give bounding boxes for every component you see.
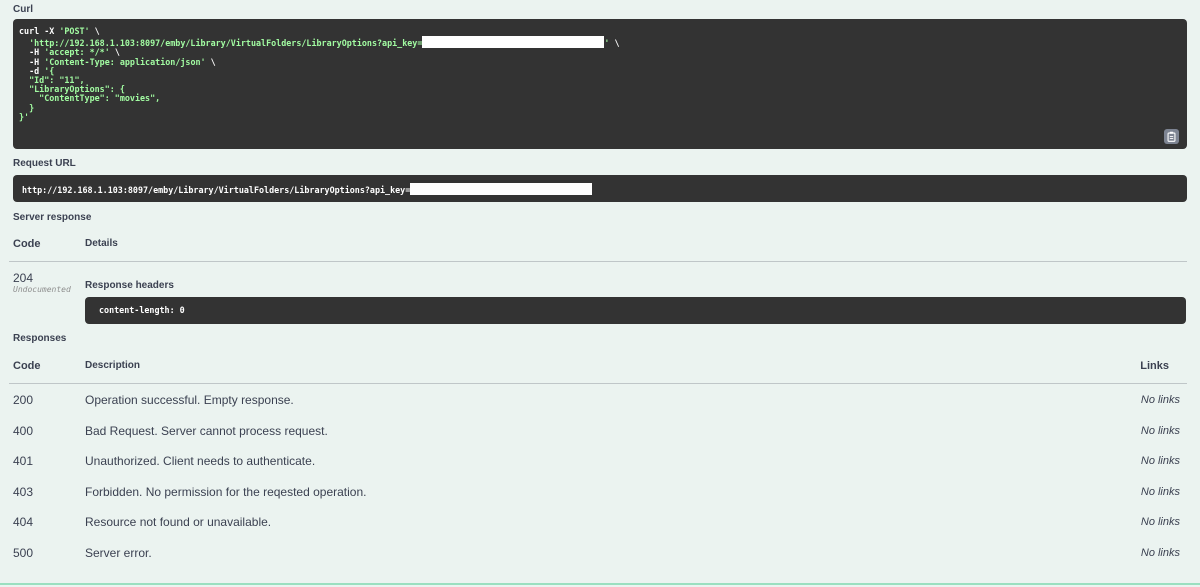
undocumented-label: Undocumented [13, 285, 71, 294]
responses-code-header: Code [13, 360, 41, 372]
response-headers-label: Response headers [85, 280, 174, 291]
response-description: Forbidden. No permission for the reqeste… [85, 485, 367, 499]
responses-links-header: Links [1140, 360, 1169, 372]
redacted-api-key [410, 183, 593, 195]
server-response-code: 204 [13, 271, 34, 285]
response-description: Operation successful. Empty response. [85, 393, 294, 407]
response-links: No links [1140, 425, 1180, 437]
response-code: 500 [13, 546, 34, 560]
response-code: 200 [13, 393, 34, 407]
request-url-block[interactable]: http://192.168.1.103:8097/emby/Library/V… [13, 175, 1187, 202]
response-links: No links [1140, 394, 1180, 406]
response-code: 400 [13, 424, 34, 438]
response-description: Unauthorized. Client needs to authentica… [85, 454, 316, 468]
curl-code-block[interactable]: curl -X 'POST' \ 'http://192.168.1.103:8… [13, 19, 1187, 149]
response-links: No links [1140, 455, 1180, 467]
responses-label: Responses [13, 333, 67, 344]
response-headers-value: content-length: 0 [99, 305, 185, 315]
curl-line: curl -X 'POST' \ [19, 26, 100, 36]
response-code: 404 [13, 515, 34, 529]
clipboard-icon [1167, 131, 1176, 142]
section-bottom-border [0, 583, 1200, 585]
curl-line: }' [19, 111, 30, 122]
response-links: No links [1140, 516, 1180, 528]
response-links: No links [1140, 486, 1180, 498]
response-code: 401 [13, 454, 34, 468]
response-description: Server error. [85, 546, 152, 560]
server-response-details-header: Details [85, 238, 118, 249]
response-links: No links [1140, 547, 1180, 559]
server-response-code-header: Code [13, 238, 41, 250]
curl-line: "ContentType": "movies", [19, 93, 161, 104]
response-code: 403 [13, 485, 34, 499]
response-description: Resource not found or unavailable. [85, 515, 272, 529]
redacted-api-key [422, 36, 605, 49]
response-headers-block[interactable]: content-length: 0 [85, 297, 1186, 324]
copy-to-clipboard-button[interactable] [1164, 129, 1179, 144]
response-description: Bad Request. Server cannot process reque… [85, 424, 328, 438]
divider [9, 261, 1187, 262]
curl-label: Curl [13, 4, 33, 15]
responses-description-header: Description [85, 360, 141, 371]
request-url-label: Request URL [13, 158, 76, 169]
server-response-label: Server response [13, 212, 92, 223]
divider [9, 383, 1187, 384]
request-url-value: http://192.168.1.103:8097/emby/Library/V… [22, 185, 411, 195]
